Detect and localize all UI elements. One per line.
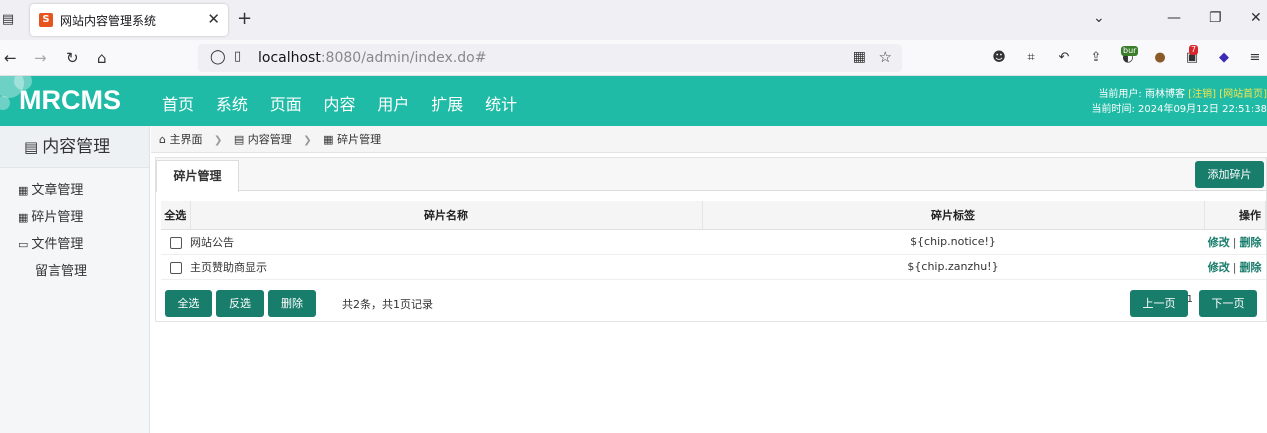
sidebar-item-files[interactable]: ▭ 文件管理 xyxy=(0,231,149,258)
breadcrumb-level1[interactable]: 内容管理 xyxy=(248,133,292,146)
nav-item-stats[interactable]: 统计 xyxy=(485,91,517,115)
header-decoration xyxy=(0,96,10,110)
nav-item-system[interactable]: 系统 xyxy=(216,91,248,115)
nav-item-page[interactable]: 页面 xyxy=(270,91,302,115)
next-page-button[interactable]: 下一页 xyxy=(1199,290,1257,317)
tab-close-icon[interactable]: ✕ xyxy=(207,10,220,28)
home-icon[interactable]: ⌂ xyxy=(97,48,107,68)
add-chip-button[interactable]: 添加碎片 xyxy=(1195,161,1264,188)
list-box-icon: ▤ xyxy=(24,138,39,156)
sidebar-item-label: 文件管理 xyxy=(31,237,84,252)
chevron-right-icon: ❯ xyxy=(213,135,223,146)
sidebar-item-messages[interactable]: 留言管理 xyxy=(0,258,149,285)
chip-tag-cell: ${chip.zanzhu!} xyxy=(702,254,1204,280)
breadcrumb-home[interactable]: 主界面 xyxy=(169,133,202,146)
sidebar-title: ▤ 内容管理 xyxy=(0,126,149,168)
grid-icon: ▦ xyxy=(323,133,334,146)
select-all-button[interactable]: 全选 xyxy=(165,290,212,317)
header-select-all: 全选 xyxy=(161,201,191,230)
chip-management-panel: 碎片管理 添加碎片 全选 碎片名称 碎片标签 操作 网站公告 ${chip.no… xyxy=(155,157,1267,322)
window-minimize-icon[interactable]: — xyxy=(1167,10,1181,26)
nav-item-home[interactable]: 首页 xyxy=(162,91,194,115)
bookmark-star-icon[interactable]: ☆ xyxy=(879,48,892,66)
sidebar-item-label: 留言管理 xyxy=(35,264,88,279)
qr-code-icon[interactable]: ▦ xyxy=(853,49,866,65)
sidebar: ▤ 内容管理 ▦ 文章管理 ▦ 碎片管理 ▭ 文件管理 留言管理 xyxy=(0,126,150,433)
app-logo: MRCMS xyxy=(19,85,121,115)
cookie-icon[interactable]: ● xyxy=(1151,49,1169,67)
main-nav: 首页 系统 页面 内容 用户 扩展 统计 xyxy=(162,91,535,115)
extension-diamond-icon[interactable]: ◆ xyxy=(1215,49,1233,67)
table-row: 网站公告 ${chip.notice!} 修改 | 删除 xyxy=(161,229,1266,255)
reload-icon[interactable]: ↻ xyxy=(66,48,79,68)
tab-title: 网站内容管理系统 xyxy=(60,14,157,28)
chip-name-cell: 主页赞助商显示 xyxy=(190,254,702,280)
row-checkbox[interactable] xyxy=(169,261,182,274)
undo-icon[interactable]: ↶ xyxy=(1055,49,1073,67)
delete-selected-button[interactable]: 删除 xyxy=(268,290,316,317)
nav-item-content[interactable]: 内容 xyxy=(324,91,356,115)
prev-page-button[interactable]: 上一页 xyxy=(1130,290,1188,317)
grid-icon: ▦ xyxy=(18,211,29,224)
edit-link[interactable]: 修改 xyxy=(1208,261,1230,274)
extension-badge-icon[interactable]: ▣ 7 xyxy=(1183,45,1201,67)
chip-tag-cell: ${chip.notice!} xyxy=(702,229,1204,255)
tracking-shield-icon[interactable]: ◯ xyxy=(210,49,226,65)
table-row: 主页赞助商显示 ${chip.zanzhu!} 修改 | 删除 xyxy=(161,254,1266,280)
current-time-text: 当前时间: 2024年09月12日 22:51:38 xyxy=(1091,104,1267,115)
sidebar-item-label: 碎片管理 xyxy=(31,210,84,225)
grid-icon: ▦ xyxy=(18,184,29,197)
chevron-right-icon: ❯ xyxy=(303,135,312,146)
forward-icon[interactable]: → xyxy=(34,48,47,68)
browser-nav-bar: ← → ↻ ⌂ ◯ ▯ localhost:8080/admin/index.d… xyxy=(0,40,1267,76)
chip-table: 全选 碎片名称 碎片标签 操作 网站公告 ${chip.notice!} 修改 |… xyxy=(161,201,1266,280)
page-info-icon[interactable]: ▯ xyxy=(234,49,241,64)
tab-list-icon[interactable]: ▤ xyxy=(0,9,16,31)
header-chip-name: 碎片名称 xyxy=(190,201,703,230)
sidebar-item-label: 文章管理 xyxy=(31,183,84,198)
header-operations: 操作 xyxy=(1204,201,1266,230)
site-home-link[interactable]: [网站首页] xyxy=(1219,89,1267,100)
panel-tabs: 碎片管理 添加碎片 xyxy=(156,158,1266,192)
user-info: 当前用户: 雨林博客 [注销] [网站首页] 当前时间: 2024年09月12日… xyxy=(1091,87,1267,117)
invert-selection-button[interactable]: 反选 xyxy=(216,290,264,317)
breadcrumb: ⌂ 主界面 ❯ ▤ 内容管理 ❯ ▦ 碎片管理 xyxy=(151,126,1267,153)
window-restore-icon[interactable]: ❐ xyxy=(1209,10,1222,26)
browser-tab-bar: ▤ S 网站内容管理系统 ✕ + ⌄ — ❐ ✕ xyxy=(0,0,1267,40)
logout-link[interactable]: [注销] xyxy=(1188,89,1216,100)
list-box-icon: ▤ xyxy=(233,133,245,146)
nav-item-user[interactable]: 用户 xyxy=(377,91,409,115)
folder-icon: ▭ xyxy=(18,238,29,251)
delete-link[interactable]: 删除 xyxy=(1240,236,1262,249)
row-checkbox[interactable] xyxy=(169,236,182,249)
url-text[interactable]: localhost:8080/admin/index.do# xyxy=(258,50,486,66)
breadcrumb-level2[interactable]: 碎片管理 xyxy=(337,133,381,146)
home-icon: ⌂ xyxy=(159,133,166,146)
current-user-text: 当前用户: 雨林博客 xyxy=(1098,89,1185,100)
header-chip-tag: 碎片标签 xyxy=(702,201,1205,230)
record-count-text: 共2条，共1页记录 xyxy=(342,298,433,311)
tab-chip-management[interactable]: 碎片管理 xyxy=(156,160,239,192)
chip-name-cell: 网站公告 xyxy=(190,229,702,255)
new-tab-icon[interactable]: + xyxy=(237,8,252,29)
browser-tab-active[interactable]: S 网站内容管理系统 ✕ xyxy=(30,4,228,36)
site-favicon-icon: S xyxy=(39,13,53,27)
menu-hamburger-icon[interactable]: ≡ xyxy=(1246,49,1264,67)
crop-icon[interactable]: ⌗ xyxy=(1022,49,1040,67)
share-icon[interactable]: ⇪ xyxy=(1087,49,1105,67)
edit-link[interactable]: 修改 xyxy=(1208,236,1230,249)
sidebar-item-chips[interactable]: ▦ 碎片管理 xyxy=(0,204,149,231)
table-footer: 全选 反选 删除 共2条，共1页记录 上一页 1 下一页 xyxy=(165,290,1265,317)
address-bar[interactable]: ◯ ▯ localhost:8080/admin/index.do# ▦ ☆ xyxy=(198,44,902,72)
window-close-icon[interactable]: ✕ xyxy=(1250,10,1262,26)
account-icon[interactable]: ☻ xyxy=(990,49,1008,67)
app-header: MRCMS 首页 系统 页面 内容 用户 扩展 统计 当前用户: 雨林博客 [注… xyxy=(0,76,1267,126)
tab-overflow-chevron-icon[interactable]: ⌄ xyxy=(1093,10,1105,26)
extension-bur-icon[interactable]: ◐ bur xyxy=(1119,46,1139,67)
current-page-number[interactable]: 1 xyxy=(1187,294,1193,305)
sidebar-item-articles[interactable]: ▦ 文章管理 xyxy=(0,177,149,204)
back-icon[interactable]: ← xyxy=(4,48,17,68)
delete-link[interactable]: 删除 xyxy=(1240,261,1262,274)
nav-item-extend[interactable]: 扩展 xyxy=(431,91,463,115)
